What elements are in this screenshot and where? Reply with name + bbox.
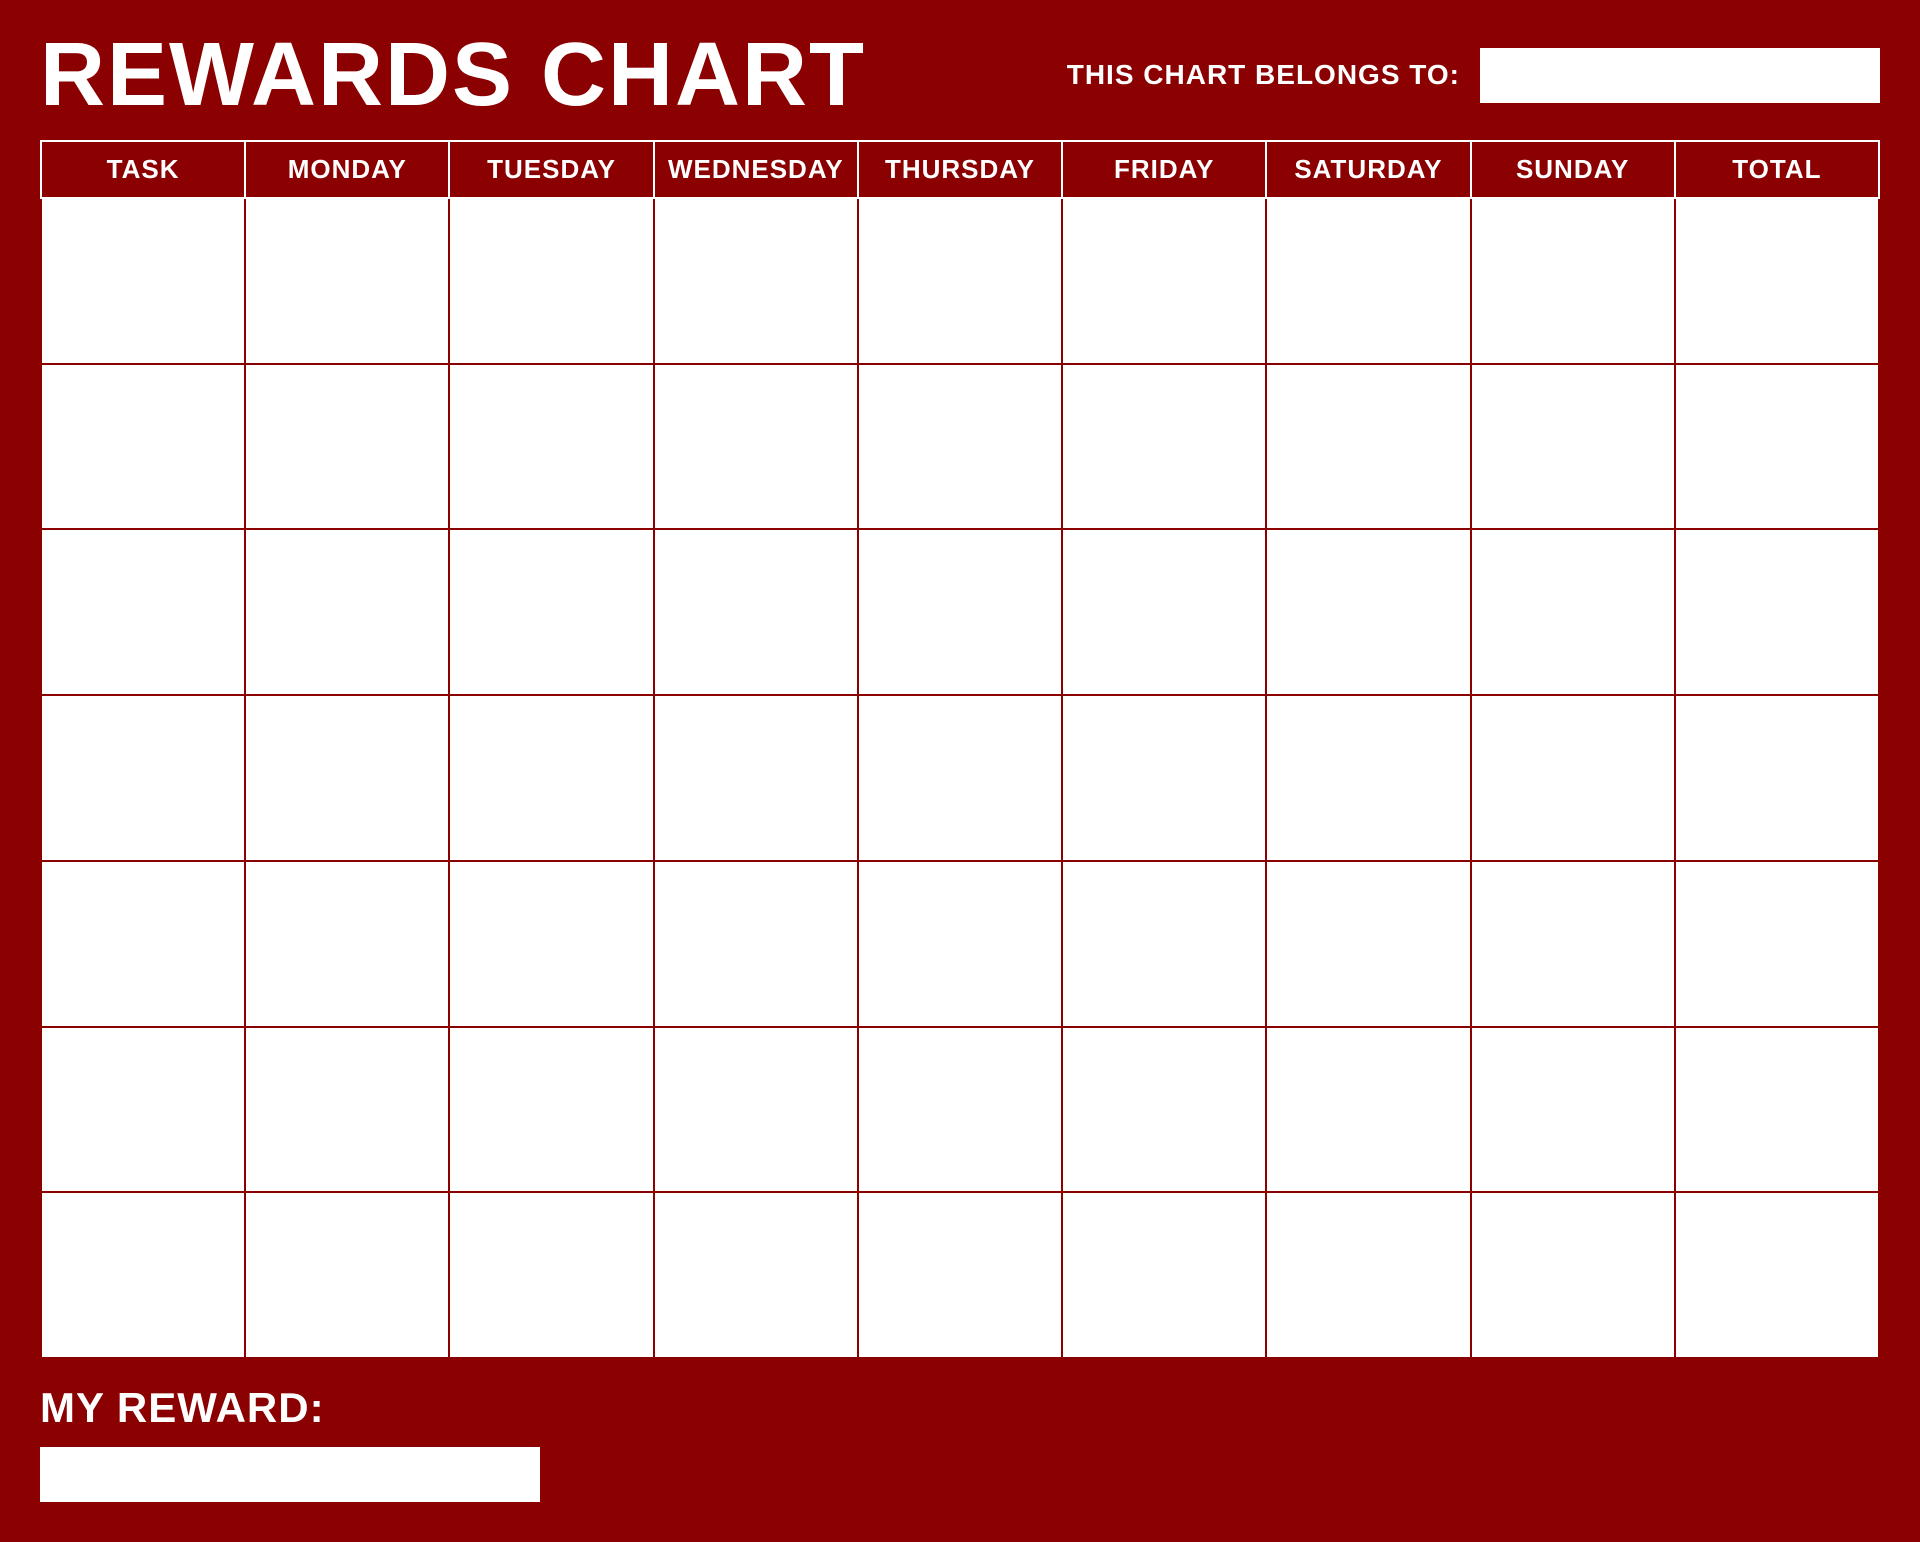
table-container: TASK MONDAY TUESDAY WEDNESDAY THURSDAY F… (40, 140, 1880, 1359)
col-saturday: SATURDAY (1266, 141, 1470, 198)
cell-thu-5[interactable] (858, 861, 1062, 1027)
cell-sun-1[interactable] (1471, 198, 1675, 364)
reward-label: MY REWARD: (40, 1384, 1880, 1432)
cell-tue-7[interactable] (449, 1192, 653, 1358)
cell-thu-1[interactable] (858, 198, 1062, 364)
cell-tue-1[interactable] (449, 198, 653, 364)
footer: MY REWARD: (40, 1359, 1880, 1502)
cell-wed-6[interactable] (654, 1027, 858, 1193)
cell-sat-6[interactable] (1266, 1027, 1470, 1193)
col-friday: FRIDAY (1062, 141, 1266, 198)
cell-mon-7[interactable] (245, 1192, 449, 1358)
col-thursday: THURSDAY (858, 141, 1062, 198)
col-total: tOTAL (1675, 141, 1879, 198)
belongs-to-label: THIS CHART BELONGS TO: (1067, 59, 1460, 91)
cell-wed-1[interactable] (654, 198, 858, 364)
cell-sun-3[interactable] (1471, 529, 1675, 695)
header: REWARDS CHART THIS CHART BELONGS TO: (40, 30, 1880, 140)
cell-sun-2[interactable] (1471, 364, 1675, 530)
cell-task-6[interactable] (41, 1027, 245, 1193)
table-row (41, 529, 1879, 695)
table-row (41, 1027, 1879, 1193)
cell-tot-1[interactable] (1675, 198, 1879, 364)
cell-mon-2[interactable] (245, 364, 449, 530)
cell-tue-6[interactable] (449, 1027, 653, 1193)
cell-task-3[interactable] (41, 529, 245, 695)
col-sunday: SUNDAY (1471, 141, 1675, 198)
cell-mon-5[interactable] (245, 861, 449, 1027)
cell-sat-5[interactable] (1266, 861, 1470, 1027)
cell-wed-7[interactable] (654, 1192, 858, 1358)
cell-task-7[interactable] (41, 1192, 245, 1358)
belongs-to-section: THIS CHART BELONGS TO: (1067, 48, 1880, 103)
cell-tot-5[interactable] (1675, 861, 1879, 1027)
cell-tue-5[interactable] (449, 861, 653, 1027)
rewards-table: TASK MONDAY TUESDAY WEDNESDAY THURSDAY F… (40, 140, 1880, 1359)
cell-thu-7[interactable] (858, 1192, 1062, 1358)
cell-fri-4[interactable] (1062, 695, 1266, 861)
col-task: TASK (41, 141, 245, 198)
col-monday: MONDAY (245, 141, 449, 198)
cell-sat-7[interactable] (1266, 1192, 1470, 1358)
cell-fri-2[interactable] (1062, 364, 1266, 530)
cell-fri-3[interactable] (1062, 529, 1266, 695)
table-row (41, 198, 1879, 364)
cell-tot-3[interactable] (1675, 529, 1879, 695)
cell-wed-3[interactable] (654, 529, 858, 695)
cell-tot-4[interactable] (1675, 695, 1879, 861)
cell-fri-7[interactable] (1062, 1192, 1266, 1358)
cell-tue-2[interactable] (449, 364, 653, 530)
reward-input[interactable] (40, 1447, 540, 1502)
page-wrapper: REWARDS CHART THIS CHART BELONGS TO: TAS… (0, 0, 1920, 1542)
cell-tot-6[interactable] (1675, 1027, 1879, 1193)
col-tuesday: TUESDAY (449, 141, 653, 198)
cell-wed-5[interactable] (654, 861, 858, 1027)
table-row (41, 1192, 1879, 1358)
cell-sun-6[interactable] (1471, 1027, 1675, 1193)
cell-sat-4[interactable] (1266, 695, 1470, 861)
cell-mon-6[interactable] (245, 1027, 449, 1193)
cell-tue-4[interactable] (449, 695, 653, 861)
cell-tot-2[interactable] (1675, 364, 1879, 530)
cell-thu-6[interactable] (858, 1027, 1062, 1193)
cell-mon-1[interactable] (245, 198, 449, 364)
table-row (41, 861, 1879, 1027)
cell-task-5[interactable] (41, 861, 245, 1027)
name-input[interactable] (1480, 48, 1880, 103)
cell-fri-6[interactable] (1062, 1027, 1266, 1193)
cell-sun-7[interactable] (1471, 1192, 1675, 1358)
cell-sat-3[interactable] (1266, 529, 1470, 695)
cell-sat-1[interactable] (1266, 198, 1470, 364)
cell-thu-3[interactable] (858, 529, 1062, 695)
cell-thu-2[interactable] (858, 364, 1062, 530)
cell-fri-1[interactable] (1062, 198, 1266, 364)
cell-tue-3[interactable] (449, 529, 653, 695)
cell-mon-3[interactable] (245, 529, 449, 695)
cell-tot-7[interactable] (1675, 1192, 1879, 1358)
cell-thu-4[interactable] (858, 695, 1062, 861)
cell-task-4[interactable] (41, 695, 245, 861)
cell-sun-4[interactable] (1471, 695, 1675, 861)
cell-mon-4[interactable] (245, 695, 449, 861)
cell-sun-5[interactable] (1471, 861, 1675, 1027)
cell-task-1[interactable] (41, 198, 245, 364)
page-title: REWARDS CHART (40, 30, 866, 120)
col-wednesday: WEDNESDAY (654, 141, 858, 198)
table-row (41, 695, 1879, 861)
cell-sat-2[interactable] (1266, 364, 1470, 530)
cell-task-2[interactable] (41, 364, 245, 530)
table-header-row: TASK MONDAY TUESDAY WEDNESDAY THURSDAY F… (41, 141, 1879, 198)
cell-fri-5[interactable] (1062, 861, 1266, 1027)
table-row (41, 364, 1879, 530)
cell-wed-4[interactable] (654, 695, 858, 861)
cell-wed-2[interactable] (654, 364, 858, 530)
